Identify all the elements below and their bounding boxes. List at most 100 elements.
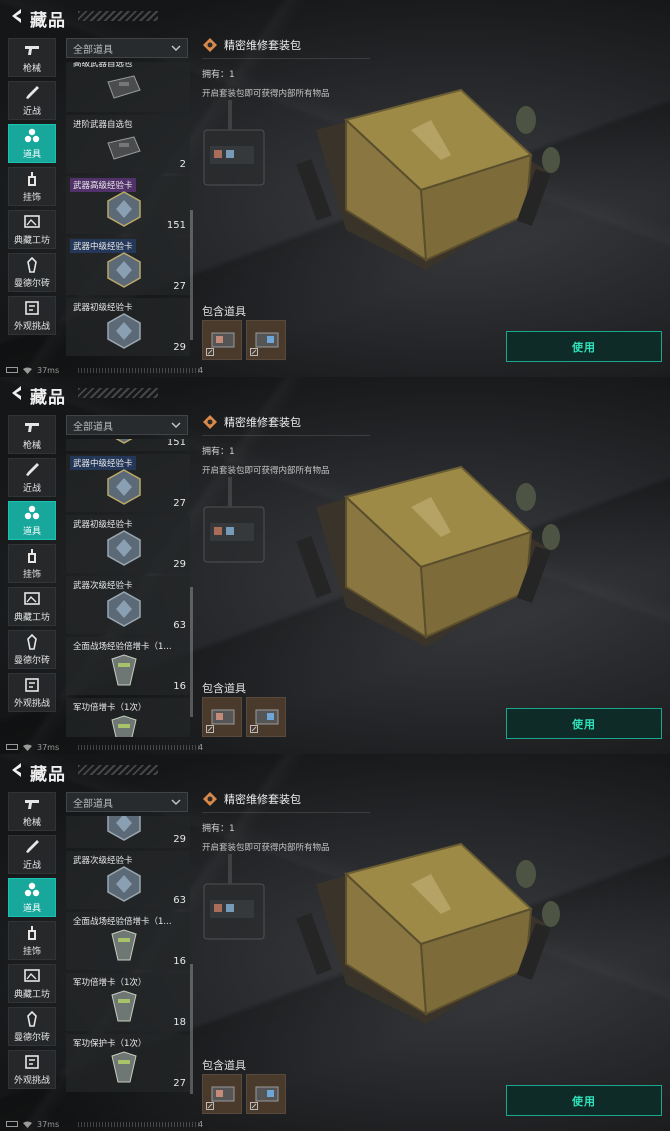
contained-item-slot[interactable] [202,697,242,737]
contained-item-slot[interactable] [246,1074,286,1114]
nav-item-charms[interactable]: 挂饰 [8,167,56,206]
page-number: 4 [198,743,204,752]
detail-description: 开启套装包即可获得内部所有物品 [202,89,330,99]
filter-dropdown[interactable]: 全部道具 [66,38,188,58]
nav-item-items[interactable]: 道具 [8,124,56,163]
nav-item-melee[interactable]: 近战 [8,81,56,120]
list-item[interactable]: 军功倍增卡（1次） [66,698,190,737]
mandel-brick-icon [27,1010,37,1027]
kit-box-icon [211,1086,235,1102]
list-item[interactable]: 进阶武器自选包 2 [66,115,190,173]
nav-item-workshop[interactable]: 典藏工坊 [8,964,56,1003]
kit-box-icon [211,709,235,725]
nav-item-firearms[interactable]: 枪械 [8,38,56,77]
multiplier-card-icon [111,929,137,961]
back-arrow-icon[interactable] [8,761,24,779]
nav-item-melee[interactable]: 近战 [8,458,56,497]
filter-dropdown[interactable]: 全部道具 [66,415,188,435]
list-item[interactable]: 军功保护卡（1次） 27 [66,1034,190,1092]
weapon-case-icon [107,75,141,99]
nav-item-workshop[interactable]: 典藏工坊 [8,587,56,626]
collection-screen-2: 藏品 枪械 近战 道具 挂饰 典藏工坊 曼德尔砖 外观挑战 全部道具 151 武… [0,377,670,754]
item-list[interactable]: 151 武器中级经验卡 27 武器初级经验卡 29 武器次级经验卡 63 全面战… [66,439,190,737]
item-list[interactable]: 29 武器次级经验卡 63 全面战场经验倍增卡（1... 16 军功倍增卡（1次… [66,816,190,1114]
ping-readout: 37ms [37,1119,60,1129]
mandel-brick-icon [27,256,37,273]
list-item[interactable]: 武器次级经验卡 63 [66,576,190,634]
nav-item-items[interactable]: 道具 [8,878,56,917]
kit-box-icon [255,1086,279,1102]
list-scrollbar[interactable] [190,210,193,340]
multiplier-card-icon [111,1051,137,1083]
collection-screen-1: 藏品 枪械 近战 道具 挂饰 典藏工坊 曼德尔砖 外观挑战 全部道具 高级武器自… [0,0,670,377]
nav-item-appearance-challenge[interactable]: 外观挑战 [8,673,56,712]
nav-item-appearance-challenge[interactable]: 外观挑战 [8,1050,56,1089]
category-nav: 枪械 近战 道具 挂饰 典藏工坊 曼德尔砖 外观挑战 [8,792,56,1093]
list-scrollbar[interactable] [190,587,193,717]
nav-item-workshop[interactable]: 典藏工坊 [8,210,56,249]
nav-item-items[interactable]: 道具 [8,501,56,540]
use-button[interactable]: 使用 [506,1085,662,1116]
nav-item-firearms[interactable]: 枪械 [8,415,56,454]
list-item[interactable]: 29 [66,816,190,848]
nav-item-charms[interactable]: 挂饰 [8,544,56,583]
kit-box-icon [255,709,279,725]
weapon-case-icon [107,136,141,160]
filter-dropdown[interactable]: 全部道具 [66,792,188,812]
detail-title: 精密维修套装包 [224,416,301,429]
filter-value: 全部道具 [73,44,113,56]
list-item[interactable]: 军功倍增卡（1次） 18 [66,973,190,1031]
use-button[interactable]: 使用 [506,331,662,362]
item-preview-scene [196,437,670,737]
ping-readout: 37ms [37,742,60,752]
list-item[interactable]: 武器初级经验卡 29 [66,515,190,573]
list-scrollbar[interactable] [190,964,193,1094]
category-nav: 枪械 近战 道具 挂饰 典藏工坊 曼德尔砖 外观挑战 [8,415,56,716]
list-item[interactable]: 武器初级经验卡 29 [66,298,190,356]
back-arrow-icon[interactable] [8,384,24,402]
nav-item-charms[interactable]: 挂饰 [8,921,56,960]
collection-screen-3: 藏品 枪械 近战 道具 挂饰 典藏工坊 曼德尔砖 外观挑战 全部道具 29 武器… [0,754,670,1131]
list-item[interactable]: 全面战场经验倍增卡（1... 16 [66,912,190,970]
repair-kit-device [203,100,265,186]
nav-item-mandel-brick[interactable]: 曼德尔砖 [8,1007,56,1046]
detail-description: 开启套装包即可获得内部所有物品 [202,466,330,476]
page-title: 藏品 [30,11,66,31]
contained-item-slot[interactable] [246,320,286,360]
list-item[interactable]: 武器次级经验卡 63 [66,851,190,909]
list-item[interactable]: 151 [66,439,190,451]
nav-item-appearance-challenge[interactable]: 外观挑战 [8,296,56,335]
items-icon [24,882,40,896]
contained-item-slot[interactable] [246,697,286,737]
list-item[interactable]: 武器中级经验卡 27 [66,237,190,295]
corner-mark-icon [206,348,214,356]
wifi-icon [23,744,32,751]
contained-item-slot[interactable] [202,320,242,360]
list-item[interactable]: 武器中级经验卡 27 [66,454,190,512]
multiplier-card-icon [111,654,137,686]
filter-value: 全部道具 [73,421,113,433]
battery-icon [6,1121,18,1127]
list-item[interactable]: 武器高级经验卡 151 [66,176,190,234]
detail-title: 精密维修套装包 [224,793,301,806]
exp-card-icon [107,191,141,227]
exp-card-icon [115,439,133,444]
corner-mark-icon [250,725,258,733]
nav-item-mandel-brick[interactable]: 曼德尔砖 [8,630,56,669]
list-item[interactable]: 高级武器自选包 [66,62,190,112]
nav-item-melee[interactable]: 近战 [8,835,56,874]
contained-item-slot[interactable] [202,1074,242,1114]
page-indicator [78,368,200,373]
detail-header: 精密维修套装包 [202,791,301,807]
workshop-icon [24,591,40,605]
detail-title: 精密维修套装包 [224,39,301,52]
nav-item-mandel-brick[interactable]: 曼德尔砖 [8,253,56,292]
back-arrow-icon[interactable] [8,7,24,25]
use-button[interactable]: 使用 [506,708,662,739]
list-item[interactable]: 全面战场经验倍增卡（1... 16 [66,637,190,695]
supply-crate [296,88,551,270]
item-list[interactable]: 高级武器自选包 进阶武器自选包 2 武器高级经验卡 151 武器中级经验卡 27… [66,62,190,360]
rarity-diamond-icon [203,792,217,806]
nav-item-firearms[interactable]: 枪械 [8,792,56,831]
pistol-icon [25,799,39,809]
